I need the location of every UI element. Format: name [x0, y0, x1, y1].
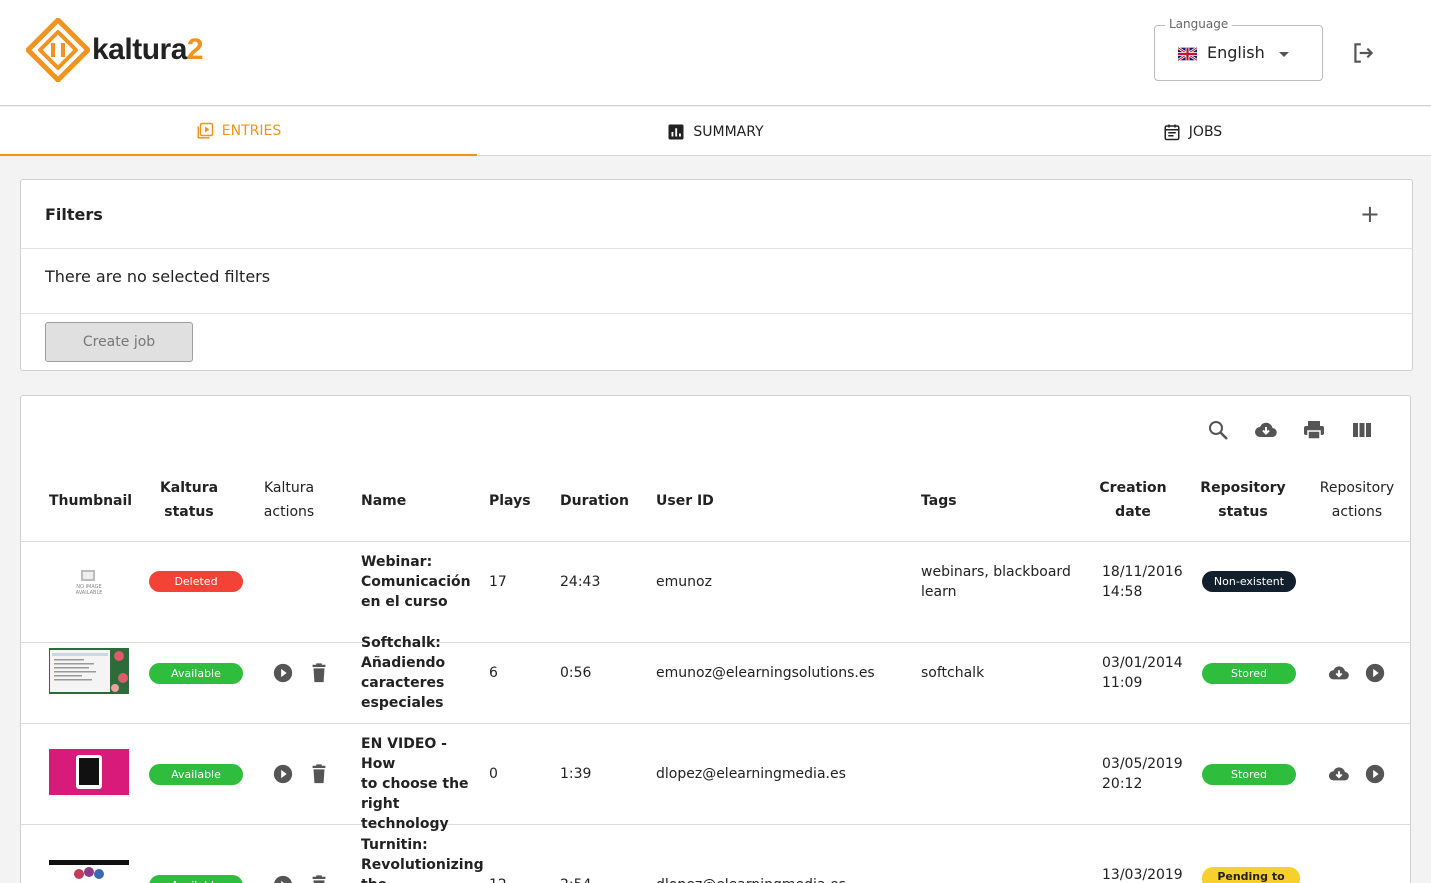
header-repository-status[interactable]: Repository status	[1197, 476, 1289, 524]
bar-chart-icon	[668, 124, 684, 139]
repository-status-badge: Stored	[1202, 663, 1296, 684]
no-image-thumbnail: NO IMAGE AVAILABLE	[69, 569, 109, 597]
creation-date-value: 18/11/2016 14:58	[1102, 564, 1183, 600]
creation-date-value: 03/05/2019 20:12	[1102, 756, 1183, 792]
duration-value: 0:56	[560, 665, 592, 681]
status-badge: Available	[149, 663, 243, 684]
tags-value: softchalk	[921, 665, 985, 681]
header-kaltura-actions: Kaltura actions	[263, 480, 315, 520]
header-plays[interactable]: Plays	[489, 489, 531, 513]
kaltura-logo: kaltura2	[26, 18, 204, 82]
entries-table: Thumbnail Kaltura status Kaltura actions N…	[20, 395, 1411, 883]
user-id-value: emunoz	[656, 574, 712, 590]
repository-status-badge: Pending to	[1202, 867, 1300, 883]
entry-thumbnail[interactable]	[49, 860, 129, 883]
entry-name: Turnitin:Revolutionizingthe Experience	[361, 837, 484, 883]
cloud-download-icon[interactable]	[1254, 418, 1278, 442]
logout-icon[interactable]	[1350, 40, 1376, 66]
play-icon[interactable]	[1364, 763, 1386, 785]
repository-status-badge: Non-existent	[1202, 571, 1296, 592]
header-thumbnail: Thumbnail	[49, 493, 133, 509]
entry-name: Softchalk: Añadiendo caracteres especiales	[361, 635, 446, 711]
plays-value: 17	[489, 574, 507, 590]
language-select[interactable]: Language English	[1154, 17, 1323, 81]
play-icon[interactable]	[1364, 662, 1386, 684]
svg-text:AVAILABLE: AVAILABLE	[76, 590, 103, 596]
delete-icon[interactable]	[308, 874, 330, 883]
kaltura-logo-icon	[26, 18, 90, 82]
entry-name: EN VIDEO - How to choose the right technolo…	[361, 736, 469, 832]
tab-entries-label: ENTRIES	[221, 122, 282, 139]
view-columns-icon[interactable]	[1350, 418, 1374, 442]
main-tabs: ENTRIES SUMMARY JOBS	[0, 107, 1431, 156]
status-badge: Available	[149, 875, 243, 883]
uk-flag-icon	[1178, 47, 1197, 61]
status-badge: Available	[149, 764, 243, 785]
play-icon[interactable]	[272, 763, 294, 785]
duration-value: 24:43	[560, 574, 601, 590]
table-row: Available EN VIDEO - How to choose the rig…	[21, 724, 1410, 832]
header-tags[interactable]: Tags	[921, 489, 957, 513]
duration-value: 1:39	[560, 766, 592, 782]
tab-summary[interactable]: SUMMARY	[477, 107, 954, 156]
search-icon[interactable]	[1206, 418, 1230, 442]
app-header: kaltura2 Language English	[0, 0, 1431, 106]
language-value: English	[1207, 43, 1265, 62]
header-repository-actions: Repository actions	[1319, 480, 1395, 520]
plays-value: 12	[489, 875, 507, 883]
cloud-download-icon[interactable]	[1328, 662, 1350, 684]
divider	[21, 313, 1412, 314]
filters-title: Filters	[45, 205, 103, 224]
creation-date-value: 13/03/2019	[1102, 867, 1183, 883]
video-library-icon	[197, 122, 214, 138]
user-id-value: dlopez@elearningmedia.es	[656, 875, 846, 883]
entry-thumbnail[interactable]	[49, 648, 129, 694]
header-name[interactable]: Name	[361, 489, 406, 513]
logo-text: kaltura2	[92, 33, 204, 66]
create-job-button[interactable]: Create job	[45, 322, 193, 362]
delete-icon[interactable]	[308, 662, 330, 684]
repository-status-badge: Stored	[1202, 764, 1296, 785]
tags-value: webinars, blackboard learn	[921, 564, 1071, 600]
play-icon[interactable]	[272, 874, 294, 883]
cloud-download-icon[interactable]	[1328, 763, 1350, 785]
language-label: Language	[1165, 17, 1233, 31]
user-id-value: emunoz@elearningsolutions.es	[656, 665, 875, 681]
table-row: Available Softchalk: Añadiendo caracteres e…	[21, 623, 1410, 724]
filters-panel: Filters + There are no selected filters …	[20, 179, 1413, 371]
creation-date-value: 03/01/2014 11:09	[1102, 655, 1183, 691]
header-kaltura-status[interactable]: Kaltura status	[149, 476, 229, 524]
add-filter-icon[interactable]: +	[1360, 202, 1380, 226]
no-filters-message: There are no selected filters	[45, 267, 271, 286]
tab-summary-label: SUMMARY	[693, 123, 764, 140]
caret-down-icon	[1279, 52, 1289, 57]
header-creation-date[interactable]: Creation date	[1093, 476, 1173, 524]
tab-jobs[interactable]: JOBS	[954, 107, 1431, 156]
print-icon[interactable]	[1302, 418, 1326, 442]
duration-value: 2:54	[560, 875, 591, 883]
plays-value: 6	[489, 665, 498, 681]
table-row: Available Turnitin:Revolutionizingthe Ex…	[21, 825, 1410, 883]
tab-entries[interactable]: ENTRIES	[0, 107, 477, 156]
entry-name: Webinar: Comunicación en el curso	[361, 554, 471, 610]
tab-jobs-label: JOBS	[1188, 123, 1223, 140]
plays-value: 0	[489, 766, 498, 782]
header-duration[interactable]: Duration	[560, 489, 629, 513]
divider	[21, 248, 1412, 249]
header-user-id[interactable]: User ID	[656, 489, 714, 513]
play-icon[interactable]	[272, 662, 294, 684]
calendar-icon	[1164, 124, 1180, 140]
status-badge: Deleted	[149, 571, 243, 592]
user-id-value: dlopez@elearningmedia.es	[656, 766, 846, 782]
entry-thumbnail[interactable]	[49, 749, 129, 795]
delete-icon[interactable]	[308, 763, 330, 785]
